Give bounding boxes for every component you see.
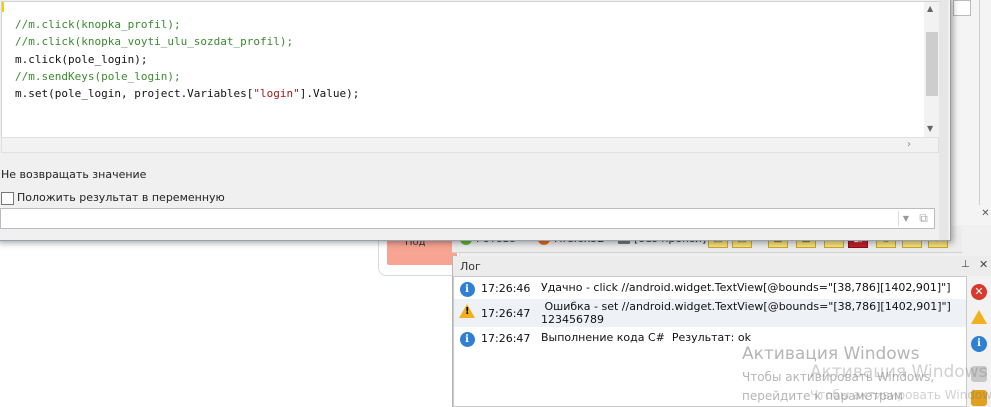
chevron-right-icon[interactable]: ›: [907, 139, 911, 150]
info-icon: i: [459, 331, 475, 347]
no-return-label: Не возвращать значение: [1, 168, 147, 181]
line-marker: [2, 2, 4, 12]
log-message: Удачно - click //android.widget.TextView…: [541, 281, 951, 294]
info-filter-icon[interactable]: i: [971, 336, 987, 352]
background-divider: [979, 0, 980, 205]
chevron-down-icon[interactable]: ▼: [898, 211, 913, 226]
log-time: 17:26:47: [481, 307, 531, 320]
warning-icon: !: [459, 303, 475, 319]
log-panel: Лог ⊥ ✕ i 17:26:46 Удачно - click //andr…: [452, 256, 991, 407]
warning-filter-icon[interactable]: [971, 310, 987, 324]
log-title: Лог: [460, 260, 481, 273]
code-token: m.set(pole_login, project.Variables[: [15, 87, 254, 101]
chevron-down-icon[interactable]: ▼: [927, 124, 933, 133]
code-line[interactable]: //m.click(knopka_voyti_ulu_sozdat_profil…: [15, 33, 359, 50]
activation-watermark-title: Активация Windows: [742, 344, 920, 364]
put-result-checkbox[interactable]: [1, 191, 14, 205]
string-token: "login": [253, 87, 300, 101]
code-line[interactable]: m.set(pole_login, project.Variables["log…: [15, 85, 359, 102]
code-line[interactable]: //m.click(knopka_profil);: [15, 16, 359, 33]
code-line[interactable]: m.click(pole_login);: [15, 51, 359, 68]
code-editor[interactable]: //m.click(knopka_profil);//m.click(knopk…: [1, 1, 941, 139]
copy-icon[interactable]: ⧉: [915, 210, 932, 227]
code-dialog: //m.click(knopka_profil);//m.click(knopk…: [0, 0, 951, 241]
scrollbar-thumb[interactable]: [926, 32, 938, 96]
code-token: ].Value);: [299, 87, 360, 101]
log-time: 17:26:46: [481, 282, 531, 295]
scroll-up-icon[interactable]: ▲: [927, 4, 933, 13]
no-return-option[interactable]: Не возвращать значение: [1, 168, 146, 181]
activation-watermark-subtitle-ghost: Чтобы активировать Windows,: [810, 388, 991, 402]
horizontal-scrollbar[interactable]: ›: [1, 137, 939, 153]
result-variable-select[interactable]: ▼ ⧉: [0, 208, 935, 229]
dialog-edge: [939, 0, 948, 240]
error-filter-icon[interactable]: ✕: [971, 284, 987, 300]
code-line[interactable]: //m.sendKeys(pole_login);: [15, 68, 359, 85]
background-mini-box: [953, 0, 971, 16]
close-icon[interactable]: ✕: [979, 207, 991, 220]
close-log-icon[interactable]: ✕: [979, 258, 988, 271]
log-time: 17:26:47: [481, 332, 531, 345]
info-icon: i: [459, 281, 475, 297]
background-panel-right: ✕: [950, 0, 991, 225]
code-line[interactable]: [15, 102, 359, 119]
code-content[interactable]: //m.click(knopka_profil);//m.click(knopk…: [15, 16, 359, 138]
log-row[interactable]: ! 17:26:47 Ошибка - set //android.widget…: [454, 299, 966, 327]
log-header: Лог ⊥ ✕: [453, 256, 991, 276]
pin-icon[interactable]: ⊥: [961, 259, 970, 270]
activation-watermark-title-ghost: Активация Windows: [810, 362, 988, 382]
log-message: Выполнение кода C# Результат: ok: [541, 331, 751, 344]
code-line[interactable]: [15, 120, 359, 137]
log-row[interactable]: i 17:26:46 Удачно - click //android.widg…: [454, 277, 966, 299]
put-result-option[interactable]: Положить результат в переменную: [1, 191, 225, 205]
put-result-label: Положить результат в переменную: [17, 191, 225, 204]
log-message: Ошибка - set //android.widget.TextView[@…: [541, 300, 951, 326]
vertical-scrollbar[interactable]: ▲ ▼: [924, 2, 940, 138]
